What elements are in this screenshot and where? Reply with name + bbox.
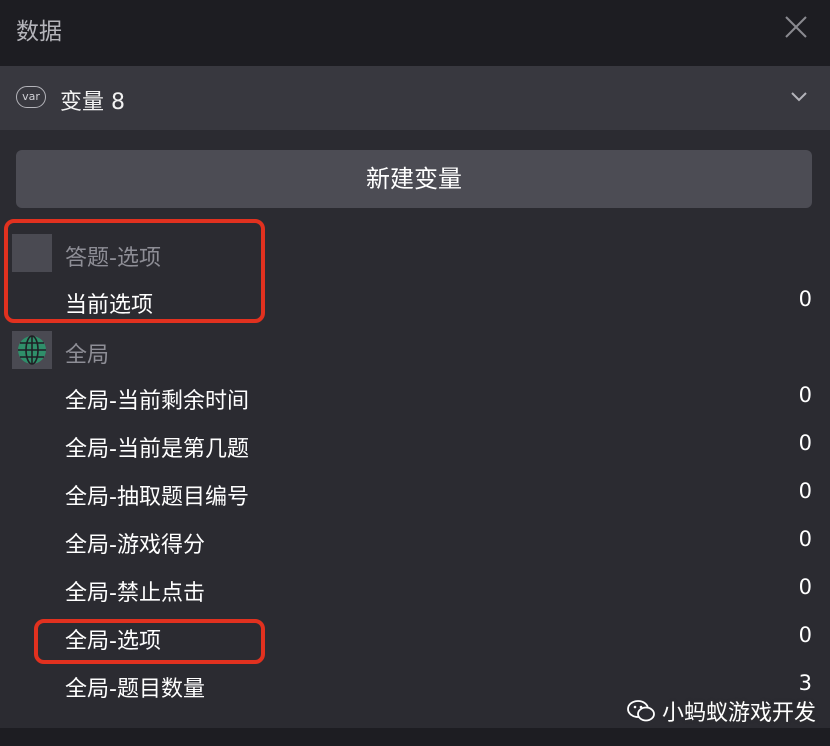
variable-value: 0 <box>798 527 812 551</box>
variable-name: 全局-选项 <box>65 629 161 654</box>
variable-row[interactable]: 全局-游戏得分 0 <box>0 518 830 566</box>
watermark-text: 小蚂蚁游戏开发 <box>662 701 817 726</box>
section-label: 变量 8 <box>60 90 125 115</box>
variable-row[interactable]: 全局-当前剩余时间 0 <box>0 374 830 422</box>
panel-bottom-edge <box>0 728 830 746</box>
variable-value: 0 <box>798 431 812 455</box>
panel-titlebar: 数据 <box>0 0 830 66</box>
group-title: 答题-选项 <box>65 246 161 271</box>
chevron-down-icon[interactable] <box>790 90 808 104</box>
variable-name: 全局-抽取题目编号 <box>65 485 249 510</box>
new-variable-button[interactable]: 新建变量 <box>16 150 812 208</box>
variable-row[interactable]: 全局-选项 0 <box>0 614 830 662</box>
variable-name: 全局-禁止点击 <box>65 581 205 606</box>
variable-row[interactable]: 全局-当前是第几题 0 <box>0 422 830 470</box>
variable-value: 0 <box>798 287 812 311</box>
variable-name: 当前选项 <box>65 293 154 318</box>
variable-value: 3 <box>798 671 812 695</box>
blank-square-icon <box>12 234 52 272</box>
variable-name: 全局-游戏得分 <box>65 533 205 558</box>
variable-row[interactable]: 当前选项 0 <box>0 278 830 326</box>
variable-name: 全局-题目数量 <box>65 677 205 702</box>
wechat-icon <box>627 700 655 722</box>
variable-row[interactable]: 全局-禁止点击 0 <box>0 566 830 614</box>
group-title: 全局 <box>65 343 110 368</box>
variable-value: 0 <box>798 623 812 647</box>
globe-icon <box>12 331 52 369</box>
variable-row[interactable]: 全局-抽取题目编号 0 <box>0 470 830 518</box>
variable-name: 全局-当前剩余时间 <box>65 389 249 414</box>
variable-value: 0 <box>798 383 812 407</box>
variable-value: 0 <box>798 479 812 503</box>
variable-value: 0 <box>798 575 812 599</box>
panel-title: 数据 <box>16 19 62 45</box>
close-icon[interactable] <box>782 13 810 41</box>
variable-name: 全局-当前是第几题 <box>65 437 249 462</box>
var-badge-icon: var <box>16 86 46 108</box>
watermark: 小蚂蚁游戏开发 <box>626 696 816 726</box>
